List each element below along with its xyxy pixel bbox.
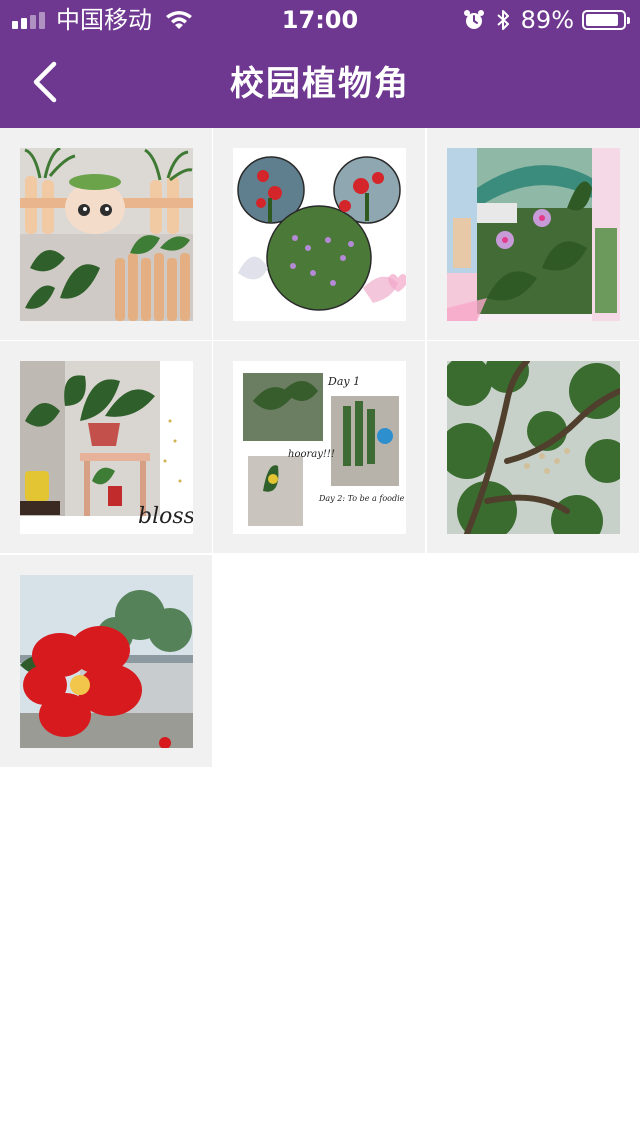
gallery-item[interactable] [0, 128, 212, 340]
status-bar: 中国移动 17:00 89% [0, 0, 640, 40]
battery-percent: 89% [520, 6, 574, 34]
status-bar-right: 89% [463, 0, 630, 40]
gallery-item[interactable] [213, 128, 425, 340]
bluetooth-icon [496, 10, 509, 30]
page-title: 校园植物角 [230, 64, 410, 104]
collage-text: hooray!!! [288, 449, 335, 460]
app-header: 中国移动 17:00 89% 校园植物角 [0, 0, 640, 128]
battery-level-fill [586, 14, 618, 26]
navigation-bar: 校园植物角 [0, 40, 640, 128]
photo-thumbnail [447, 148, 620, 321]
alarm-icon [463, 10, 484, 29]
gallery-item[interactable]: Day 1 hooray!!! Day 2: To be a foodie [213, 341, 425, 553]
photo-thumbnail [20, 575, 193, 748]
photo-thumbnail: bloss [20, 361, 193, 534]
collage-text: Day 2: To be a foodie [318, 494, 405, 503]
gallery-item[interactable]: bloss [0, 341, 212, 553]
photo-thumbnail [20, 148, 193, 321]
gallery-item[interactable] [0, 555, 212, 767]
collage-text: Day 1 [327, 375, 360, 388]
gallery-item[interactable] [427, 128, 639, 340]
photo-thumbnail [233, 148, 406, 321]
collage-text: bloss [138, 504, 193, 529]
gallery-item[interactable] [427, 341, 639, 553]
photo-thumbnail [447, 361, 620, 534]
photo-thumbnail: Day 1 hooray!!! Day 2: To be a foodie [233, 361, 406, 534]
battery-icon [582, 10, 630, 30]
